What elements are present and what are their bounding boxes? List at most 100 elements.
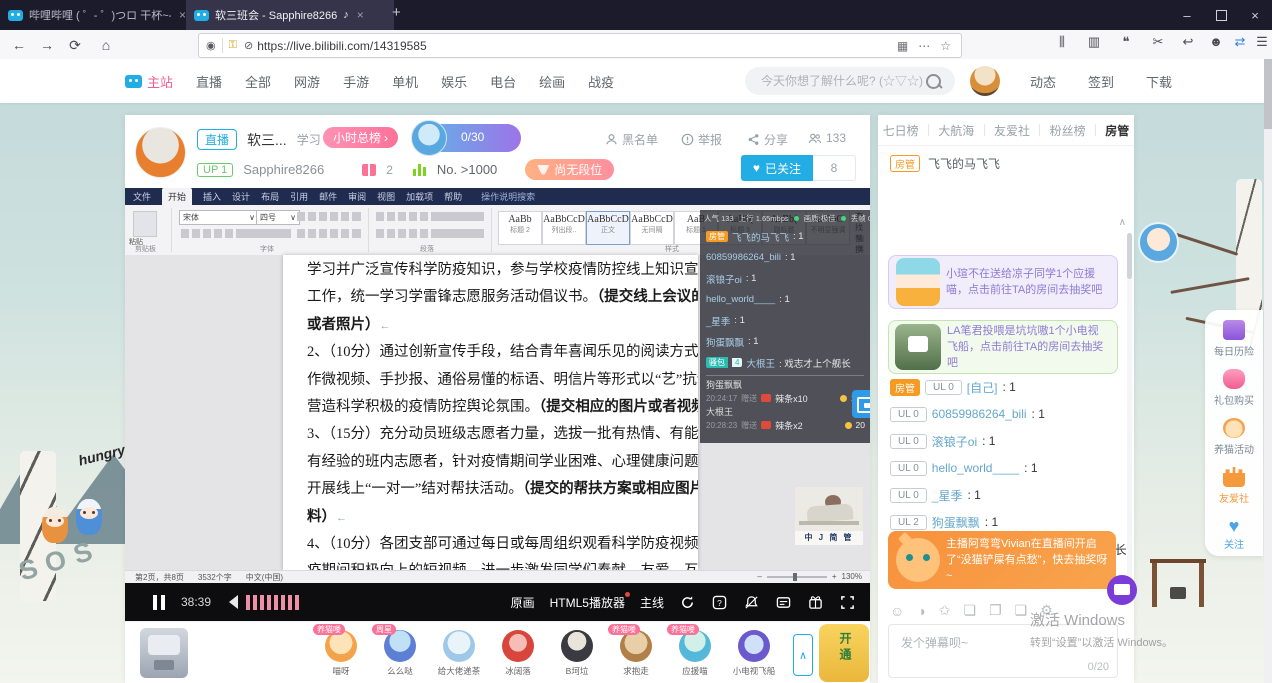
- word-count[interactable]: 3532个字: [198, 572, 232, 583]
- zoom-slider[interactable]: [767, 576, 827, 578]
- tab-room-admin[interactable]: 房管: [1105, 122, 1129, 139]
- forward-icon[interactable]: →: [36, 34, 58, 56]
- word-tab-review[interactable]: 审阅: [348, 190, 366, 203]
- user-avatar[interactable]: [970, 66, 1000, 96]
- streamer-avatar[interactable]: [135, 127, 186, 178]
- tab-close-icon[interactable]: ×: [357, 8, 364, 22]
- lock-warning-icon[interactable]: ⚿: [229, 39, 237, 52]
- streamer-name[interactable]: Sapphire8266: [243, 162, 324, 177]
- search-icon[interactable]: [926, 74, 941, 89]
- search-input[interactable]: [759, 73, 926, 89]
- help-icon[interactable]: ?: [711, 594, 728, 611]
- tracking-icon[interactable]: ⊘: [244, 39, 253, 52]
- search-box[interactable]: [745, 67, 955, 95]
- gift-item[interactable]: 养猫喽喵呀: [317, 630, 365, 677]
- lottery-card-purple[interactable]: 小瑄不在送给凉子同学1个应援喵，点击前往TA的房间去抽奖吧: [888, 255, 1118, 309]
- report-button[interactable]: 举报: [681, 131, 722, 148]
- container-tab-icon[interactable]: ⇄: [1230, 34, 1250, 50]
- shield-icon[interactable]: ◉: [206, 39, 216, 52]
- guard-promo-button[interactable]: 开通: [819, 624, 869, 682]
- tab-guard[interactable]: 大航海: [938, 122, 974, 139]
- chat-username[interactable]: 60859986264_bili: [932, 407, 1027, 421]
- word-tab-design[interactable]: 设计: [232, 190, 250, 203]
- style-cell[interactable]: AaBb标题 2: [498, 211, 542, 245]
- follow-entry[interactable]: ♥关注: [1205, 516, 1263, 551]
- chat-username[interactable]: _星季: [932, 487, 963, 504]
- title-style-icon[interactable]: ✩: [939, 602, 951, 619]
- chat-scrollbar[interactable]: [1127, 233, 1132, 583]
- font-color-buttons[interactable]: [297, 229, 361, 238]
- word-tab-file[interactable]: 文件: [133, 190, 151, 203]
- edit-mode-icon[interactable]: ❑: [1015, 602, 1028, 619]
- word-tab-addins[interactable]: 加载项: [406, 190, 433, 203]
- nav-drawing[interactable]: 绘画: [539, 72, 565, 91]
- window-minimize-button[interactable]: –: [1170, 0, 1204, 30]
- window-icon[interactable]: ❐: [989, 602, 1002, 619]
- word-tab-home[interactable]: 开始: [162, 188, 192, 205]
- menu-icon[interactable]: ☰: [1252, 34, 1272, 50]
- tab-audio-icon[interactable]: ♪: [343, 9, 349, 21]
- nav-all[interactable]: 全部: [245, 72, 271, 91]
- font-size-dropdown[interactable]: 四号∨: [256, 210, 300, 225]
- zoom-out-icon[interactable]: –: [757, 572, 761, 581]
- hour-rank-pill[interactable]: 小时总榜›: [323, 127, 398, 148]
- gift-item[interactable]: 冰阔落: [494, 630, 542, 677]
- qr-icon[interactable]: ▦: [897, 39, 908, 53]
- page-indicator[interactable]: 第2页，共8页: [135, 572, 184, 583]
- gift-item[interactable]: 小电视飞船: [730, 630, 778, 677]
- nav-mobilegames[interactable]: 手游: [343, 72, 369, 91]
- lottery-announcement-card[interactable]: 主播阿弯弯Vivian在直播间开启了“没猫铲屎有点愁”，快去抽奖呀~: [888, 531, 1116, 589]
- paragraph-buttons-row2[interactable]: [376, 229, 484, 238]
- gift-pack-entry[interactable]: 礼包购买: [1205, 369, 1263, 407]
- undo-icon[interactable]: ↩: [1178, 34, 1198, 50]
- tab-seven-day-rank[interactable]: 七日榜: [883, 122, 919, 139]
- friend-club-entry[interactable]: 友爱社: [1205, 467, 1263, 505]
- browser-tab-2[interactable]: 软三班会 - Sapphire8266 ♪ ×: [186, 0, 394, 30]
- browser-tab-1[interactable]: 哔哩哔哩 ( ゜- ゜)つロ 干杯~-bi ×: [0, 0, 194, 30]
- volume-bars[interactable]: [246, 595, 299, 610]
- danmu-block-icon[interactable]: [743, 594, 760, 611]
- nav-radio[interactable]: 电台: [490, 72, 516, 91]
- tab-friend-club[interactable]: 友爱社: [994, 122, 1030, 139]
- gift-item[interactable]: 周星么么哒: [376, 630, 424, 677]
- paste-icon[interactable]: [133, 211, 157, 237]
- url-bar[interactable]: ◉ ⚿ ⊘ https://live.bilibili.com/14319585…: [198, 33, 962, 58]
- nav-home[interactable]: 主站: [125, 72, 173, 91]
- scroll-up-icon[interactable]: ∧: [1119, 217, 1126, 228]
- line-selector[interactable]: 主线: [640, 594, 664, 611]
- speaker-icon[interactable]: [229, 595, 238, 609]
- share-button[interactable]: 分享: [747, 131, 788, 148]
- gift-item[interactable]: 养猫喽应援喵: [671, 630, 719, 677]
- zoom-in-icon[interactable]: +: [832, 572, 837, 581]
- mini-tv-float-button[interactable]: [1107, 575, 1137, 605]
- chat-username[interactable]: hello_world____: [932, 461, 1019, 475]
- word-tab-insert[interactable]: 插入: [203, 190, 221, 203]
- word-tab-layout[interactable]: 布局: [261, 190, 279, 203]
- style-cell[interactable]: AaBbCcD无间隔: [630, 211, 674, 245]
- quality-selector[interactable]: 原画: [511, 594, 535, 611]
- page-scrollbar[interactable]: [1264, 59, 1272, 683]
- rank-medal-pill[interactable]: 尚无段位: [525, 159, 614, 180]
- nav-pcgames[interactable]: 网游: [294, 72, 320, 91]
- word-page[interactable]: 学习并广泛宣传科学防疫知识，参与学校疫情防控线上知识宣传普及 工作，统一学习学雷…: [283, 255, 698, 570]
- admin-name[interactable]: 飞飞的马飞飞: [928, 155, 1000, 172]
- picture-in-picture-button[interactable]: [852, 390, 870, 418]
- nav-covid[interactable]: 战疫: [588, 72, 614, 91]
- bookmark-star-icon[interactable]: ☆: [940, 39, 951, 53]
- sidebar-icon[interactable]: ▥: [1084, 34, 1104, 50]
- back-icon[interactable]: ←: [8, 34, 30, 56]
- giftbar-collapse-button[interactable]: ∧: [793, 634, 813, 676]
- reload-icon[interactable]: ⟳: [64, 34, 86, 56]
- fullscreen-icon[interactable]: [839, 594, 856, 611]
- nav-checkin[interactable]: 签到: [1088, 72, 1114, 91]
- copy-icon[interactable]: ❏: [964, 602, 977, 619]
- word-tab-mailings[interactable]: 邮件: [319, 190, 337, 203]
- nav-entertainment[interactable]: 娱乐: [441, 72, 467, 91]
- screenshot-icon[interactable]: ✂: [1148, 34, 1168, 50]
- new-tab-button[interactable]: +: [392, 4, 401, 21]
- library-icon[interactable]: ⫼: [1052, 34, 1072, 50]
- nav-live[interactable]: 直播: [196, 72, 222, 91]
- font-name-dropdown[interactable]: 宋体∨: [179, 210, 259, 225]
- nav-download[interactable]: 下载: [1146, 72, 1172, 91]
- word-tab-help[interactable]: 帮助: [444, 190, 462, 203]
